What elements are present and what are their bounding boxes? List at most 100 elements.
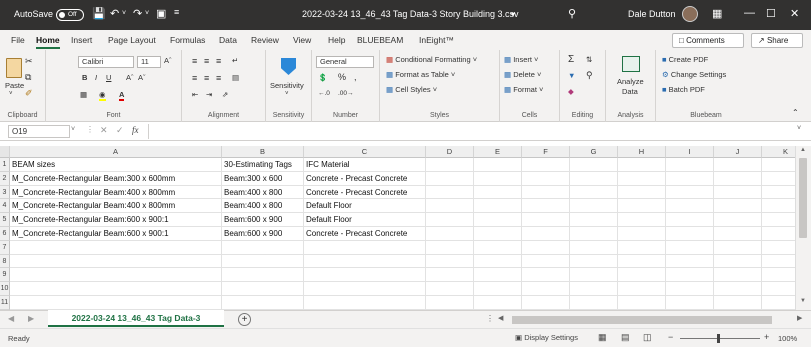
- cell-h8[interactable]: [618, 254, 666, 269]
- column-header-h[interactable]: H: [618, 146, 666, 158]
- comma-style-icon[interactable]: ,: [354, 72, 357, 82]
- cell-d11[interactable]: [426, 296, 474, 310]
- cell-g3[interactable]: [570, 185, 618, 200]
- cell-k2[interactable]: [762, 172, 795, 186]
- cell-i2[interactable]: [666, 171, 714, 186]
- row-header[interactable]: 11: [0, 296, 10, 310]
- cell-c11[interactable]: [304, 296, 426, 310]
- cell-e5[interactable]: [474, 213, 522, 227]
- row-header[interactable]: 8: [0, 254, 10, 269]
- underline-button[interactable]: U: [106, 73, 111, 82]
- cell-g1[interactable]: [570, 158, 618, 172]
- vertical-scrollbar[interactable]: ▲ ▼: [795, 146, 811, 310]
- column-header-d[interactable]: D: [426, 146, 474, 158]
- cell-k6[interactable]: [762, 227, 795, 241]
- cell-k7[interactable]: [762, 241, 795, 255]
- cell-g10[interactable]: [570, 282, 618, 296]
- fill-color-icon[interactable]: ◉: [99, 90, 106, 101]
- cell-a10[interactable]: [10, 282, 222, 296]
- cell-b4[interactable]: Beam:400 x 800: [222, 199, 304, 214]
- next-sheet-icon[interactable]: ▶: [28, 314, 34, 323]
- cell-i4[interactable]: [666, 199, 714, 214]
- cell-d4[interactable]: [426, 199, 474, 214]
- cell-c4[interactable]: Default Floor: [304, 199, 426, 214]
- sensitivity-button[interactable]: Sensitivity: [270, 81, 304, 90]
- percent-style-icon[interactable]: %: [338, 72, 346, 82]
- cell-g6[interactable]: [570, 227, 618, 241]
- cell-h1[interactable]: [618, 158, 666, 172]
- title-dropdown-icon[interactable]: ▾: [511, 10, 515, 19]
- cell-a9[interactable]: [10, 268, 222, 283]
- increase-font-icon[interactable]: Aˆ: [164, 56, 172, 65]
- wrap-text-icon[interactable]: ↵: [232, 56, 238, 65]
- cell-c10[interactable]: [304, 282, 426, 296]
- column-header-b[interactable]: B: [222, 146, 304, 158]
- cell-g5[interactable]: [570, 213, 618, 227]
- close-icon[interactable]: ✕: [790, 7, 799, 20]
- cell-d10[interactable]: [426, 282, 474, 296]
- tab-split-handle-icon[interactable]: ⋮: [486, 314, 494, 323]
- analyze-data-icon[interactable]: [622, 56, 640, 72]
- format-painter-icon[interactable]: ✐: [25, 88, 33, 99]
- cell-b9[interactable]: [222, 268, 304, 283]
- cell-j6[interactable]: [714, 227, 762, 241]
- save-icon[interactable]: 💾: [92, 7, 106, 20]
- ribbon-display-icon[interactable]: ▦: [712, 7, 722, 20]
- tab-ineight[interactable]: InEight™: [419, 35, 454, 45]
- zoom-out-icon[interactable]: −: [668, 332, 673, 342]
- cell-f2[interactable]: [522, 171, 570, 186]
- analyze-data-button-line2[interactable]: Data: [622, 87, 638, 96]
- cell-k5[interactable]: [762, 213, 795, 227]
- tab-formulas[interactable]: Formulas: [170, 35, 205, 45]
- borders-icon[interactable]: ▦: [80, 90, 87, 99]
- sheet-tab-active[interactable]: 2022-03-24 13_46_43 Tag Data-3: [48, 310, 224, 327]
- column-header-c[interactable]: C: [304, 146, 426, 158]
- horizontal-scroll-thumb[interactable]: [512, 316, 772, 324]
- cell-f8[interactable]: [522, 254, 570, 269]
- cell-i7[interactable]: [666, 240, 714, 255]
- cell-b11[interactable]: [222, 296, 304, 310]
- cell-e1[interactable]: [474, 158, 522, 172]
- align-bottom-icon[interactable]: ≡: [216, 56, 221, 66]
- cell-h11[interactable]: [618, 296, 666, 310]
- tab-file[interactable]: File: [11, 35, 25, 45]
- cell-j7[interactable]: [714, 240, 762, 255]
- column-header-g[interactable]: G: [570, 146, 618, 158]
- cell-h3[interactable]: [618, 185, 666, 200]
- cell-h10[interactable]: [618, 282, 666, 296]
- cell-g7[interactable]: [570, 240, 618, 255]
- cell-j11[interactable]: [714, 296, 762, 310]
- decrease-decimal-icon[interactable]: .00→: [338, 90, 354, 97]
- cell-c7[interactable]: [304, 240, 426, 255]
- insert-function-icon[interactable]: fx: [132, 125, 139, 135]
- zoom-slider[interactable]: [680, 338, 760, 339]
- orientation-icon[interactable]: ⇗: [222, 90, 228, 99]
- row-header[interactable]: 1: [0, 158, 10, 172]
- minimize-icon[interactable]: —: [744, 7, 755, 19]
- cell-k9[interactable]: [762, 268, 795, 283]
- name-box-dropdown-icon[interactable]: ˅: [71, 126, 75, 133]
- cell-f3[interactable]: [522, 185, 570, 200]
- cell-a6[interactable]: M_Concrete-Rectangular Beam:600 x 900:1: [10, 227, 222, 241]
- cell-d8[interactable]: [426, 254, 474, 269]
- cell-j5[interactable]: [714, 213, 762, 227]
- cell-c9[interactable]: [304, 268, 426, 283]
- cell-i11[interactable]: [666, 296, 714, 310]
- cell-g4[interactable]: [570, 199, 618, 214]
- cell-i1[interactable]: [666, 158, 714, 172]
- shrink-font-icon[interactable]: Aˇ: [138, 73, 146, 82]
- zoom-in-icon[interactable]: +: [764, 332, 769, 342]
- font-size-select[interactable]: 11: [137, 56, 161, 68]
- align-right-icon[interactable]: ≡: [216, 73, 221, 83]
- font-color-icon[interactable]: A: [119, 90, 125, 101]
- cell-h6[interactable]: [618, 227, 666, 241]
- cell-g2[interactable]: [570, 171, 618, 186]
- cell-i6[interactable]: [666, 227, 714, 241]
- create-pdf-button[interactable]: ■ Create PDF: [662, 55, 708, 64]
- cell-b6[interactable]: Beam:600 x 900: [222, 227, 304, 241]
- cell-i3[interactable]: [666, 185, 714, 200]
- cell-c1[interactable]: IFC Material: [304, 158, 426, 172]
- hscroll-left-icon[interactable]: ◀: [498, 314, 503, 322]
- cell-b3[interactable]: Beam:400 x 800: [222, 185, 304, 200]
- name-box[interactable]: O19: [8, 125, 70, 138]
